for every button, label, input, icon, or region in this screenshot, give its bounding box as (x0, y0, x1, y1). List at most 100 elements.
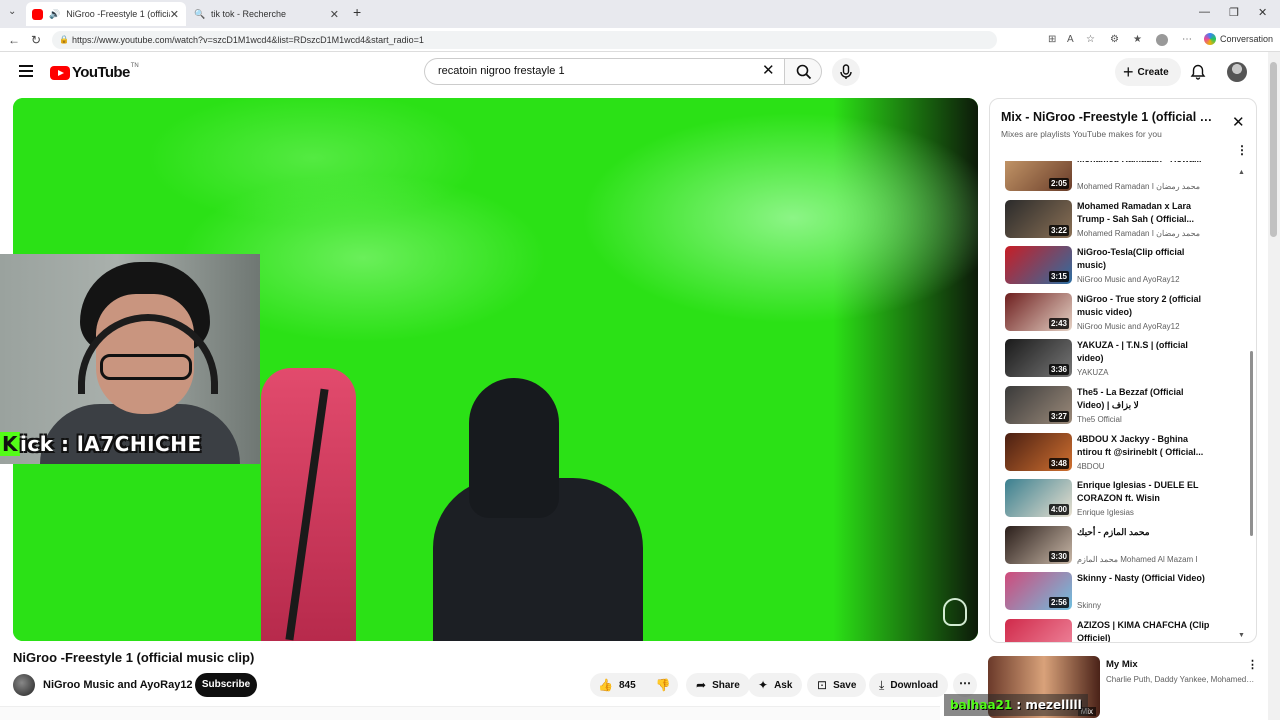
clear-search-icon[interactable]: ✕ (762, 63, 775, 78)
app-available-icon[interactable]: ⊞ (1048, 34, 1056, 45)
account-avatar[interactable] (1227, 62, 1247, 82)
share-label: Share (712, 679, 740, 691)
playlist-item-thumbnail[interactable]: 3:27 (1005, 386, 1072, 424)
playlist-item-title[interactable]: AZIZOS | KIMA CHAFCHA (Clip Officiel) (1077, 619, 1212, 642)
playlist-item-channel: NiGroo Music and AyoRay12 (1077, 275, 1180, 285)
playlist-item[interactable]: 3:22 Mohamed Ramadan x Lara Trump - Sah S… (1005, 199, 1240, 246)
voice-search-button[interactable] (832, 58, 860, 86)
playlist-item[interactable]: 3:36 YAKUZA - | T.N.S | (official video) Y… (1005, 339, 1240, 385)
page-scrollbar-thumb[interactable] (1270, 62, 1277, 237)
playlist-item-title[interactable]: YAKUZA - | T.N.S | (official video) (1077, 339, 1212, 365)
lock-icon[interactable]: 🔒 (59, 31, 69, 49)
playlist-item-thumbnail[interactable]: 3:48 (1005, 432, 1072, 471)
playlist-item-title[interactable]: NiGroo - True story 2 (official music vi… (1077, 293, 1212, 319)
tab-youtube[interactable]: 🔊 NiGroo -Freestyle 1 (official m ✕ (26, 2, 186, 26)
tab-list-icon[interactable]: ⌄ (8, 6, 16, 17)
refresh-icon[interactable]: ↻ (31, 33, 41, 47)
copilot-icon (1204, 33, 1216, 45)
favorites-icon[interactable]: ★ (1133, 34, 1142, 45)
playlist-subtitle: Mixes are playlists YouTube makes for yo… (1001, 129, 1162, 139)
playlist-item-title[interactable]: Enrique Iglesias - DUELE EL CORAZON ft. … (1077, 479, 1212, 505)
share-button[interactable]: ➦ Share (686, 673, 750, 697)
url-field[interactable]: 🔒 https://www.youtube.com/watch?v=szcD1M… (52, 31, 997, 49)
translate-icon[interactable]: A (1067, 34, 1074, 45)
playlist-item-thumbnail[interactable]: 2:43 (1005, 292, 1072, 331)
save-button[interactable]: ⊡ Save (807, 673, 867, 697)
playlist-item[interactable]: 3:30 محمد المازم - أحبك محمد المازم Mohame… (1005, 525, 1240, 572)
playlist-item-thumbnail[interactable]: 3:30 (1005, 525, 1072, 564)
playlist-item[interactable]: 3:27 The5 - La Bezzaf (Official Video) | … (1005, 386, 1240, 432)
playlist-item-title[interactable]: محمد المازم - أحبك (1077, 526, 1212, 539)
back-icon[interactable]: ← (8, 33, 20, 47)
new-tab-icon[interactable]: + (353, 4, 361, 20)
audio-playing-icon[interactable]: 🔊 (49, 9, 60, 20)
kick-channel-label: Kick : lA7CHICHE (0, 432, 202, 456)
kick-k-letter: K (0, 432, 20, 456)
youtube-logo[interactable]: YouTube TN (50, 63, 139, 81)
scroll-down-icon[interactable]: ▼ (1238, 632, 1245, 639)
playlist-item[interactable]: 2:28AZIZOS | KIMA CHAFCHA (Clip Officiel… (1005, 619, 1240, 642)
close-playlist-icon[interactable]: ✕ (1232, 115, 1245, 130)
playlist-item-thumbnail[interactable]: 2:05 (1005, 161, 1072, 191)
search-input[interactable]: recatoin nigroo frestayle 1 (424, 58, 786, 85)
playlist-item[interactable]: 2:43 NiGroo - True story 2 (official musi… (1005, 292, 1240, 339)
my-mix-menu-icon[interactable]: ⋮ (1247, 660, 1258, 671)
mix-playlist-panel: Mix - NiGroo -Freestyle 1 (official musi… (989, 98, 1257, 643)
playlist-item-thumbnail[interactable]: 3:22 (1005, 199, 1072, 238)
playlist-item-title[interactable]: Mohamed Ramadan x Lara Trump - Sah Sah (… (1077, 200, 1212, 226)
favorite-star-icon[interactable]: ☆ (1086, 34, 1095, 45)
playlist-item-thumbnail[interactable]: 3:36 (1005, 339, 1072, 378)
playlist-item-thumbnail[interactable]: 2:56 (1005, 572, 1072, 611)
playlist-item-title[interactable]: Mohamed Ramadan - Howa... (1077, 161, 1212, 166)
channel-name[interactable]: NiGroo Music and AyoRay12 (43, 679, 193, 691)
copilot-button[interactable]: Conversation (1204, 33, 1273, 45)
dislike-icon[interactable]: 👎 (656, 678, 671, 692)
playlist-item-thumbnail[interactable]: 3:15 (1005, 246, 1072, 285)
minimize-icon[interactable]: — (1199, 6, 1210, 18)
playlist-item-title[interactable]: NiGroo-Tesla(Clip official music) (1077, 246, 1212, 272)
playlist-menu-icon[interactable]: ⋮ (1236, 144, 1248, 156)
playlist-item-thumbnail[interactable]: 4:00 (1005, 479, 1072, 518)
sparkle-icon: ✦ (758, 678, 769, 692)
tab-title: tik tok - Recherche (211, 9, 287, 19)
more-options-icon[interactable]: ⋯ (1182, 34, 1192, 45)
scroll-up-icon[interactable]: ▲ (1238, 169, 1245, 176)
playlist-item[interactable]: 3:48 4BDOU X Jackyy - Bghina ntirou ft @s… (1005, 432, 1240, 479)
playlist-item-title[interactable]: Skinny - Nasty (Official Video) (1077, 572, 1212, 585)
playlist-item-duration: 3:36 (1048, 364, 1069, 376)
ask-button[interactable]: ✦ Ask (748, 673, 803, 697)
subscribe-button[interactable]: Subscribe (195, 673, 257, 697)
close-tab-icon[interactable]: ✕ (330, 8, 339, 21)
playlist-scrollbar[interactable] (1250, 351, 1253, 536)
playlist-item[interactable]: 2:56 Skinny - Nasty (Official Video) Skinn… (1005, 572, 1240, 618)
search-button[interactable] (784, 58, 822, 85)
tab-tiktok-search[interactable]: 🔍 tik tok - Recherche ✕ (188, 2, 346, 26)
profile-icon[interactable] (1156, 34, 1168, 46)
my-mix-title[interactable]: My Mix (1106, 659, 1138, 670)
download-button[interactable]: ⤓ Download (869, 673, 949, 697)
playlist-item-duration: 3:27 (1048, 411, 1069, 422)
create-button[interactable]: + Create (1115, 58, 1181, 86)
create-label: Create (1137, 66, 1169, 78)
playlist-item[interactable]: 3:15 NiGroo-Tesla(Clip official music) NiG… (1005, 246, 1240, 292)
menu-icon[interactable] (19, 65, 33, 77)
playlist-item-duration: 2:43 (1048, 317, 1069, 329)
playlist-item-duration: 3:15 (1048, 271, 1069, 283)
playlist-item-title[interactable]: The5 - La Bezzaf (Official Video) | لا ب… (1077, 386, 1212, 412)
close-tab-icon[interactable]: ✕ (170, 8, 179, 21)
youtube-play-icon (50, 65, 70, 80)
playlist-item[interactable]: 4:00 Enrique Iglesias - DUELE EL CORAZON … (1005, 479, 1240, 525)
save-label: Save (833, 679, 857, 691)
playlist-title[interactable]: Mix - NiGroo -Freestyle 1 (official musi… (1001, 110, 1221, 124)
like-count[interactable]: 845 (619, 680, 636, 691)
playlist-item[interactable]: 2:05 Mohamed Ramadan - Howa... Mohamed Ram… (1005, 161, 1240, 199)
extensions-icon[interactable]: ⚙ (1110, 34, 1119, 45)
playlist-item-title[interactable]: 4BDOU X Jackyy - Bghina ntirou ft @sirin… (1077, 433, 1212, 459)
stream-chat-message: balhaa21 : mezelllll (944, 694, 1088, 716)
playlist-item-thumbnail[interactable]: 2:28 (1005, 619, 1072, 642)
channel-avatar[interactable] (13, 674, 35, 696)
close-window-icon[interactable]: ✕ (1258, 6, 1267, 19)
like-icon[interactable]: 👍 (598, 678, 613, 692)
notifications-bell-icon[interactable] (1190, 64, 1206, 80)
maximize-icon[interactable]: ❐ (1229, 6, 1239, 19)
